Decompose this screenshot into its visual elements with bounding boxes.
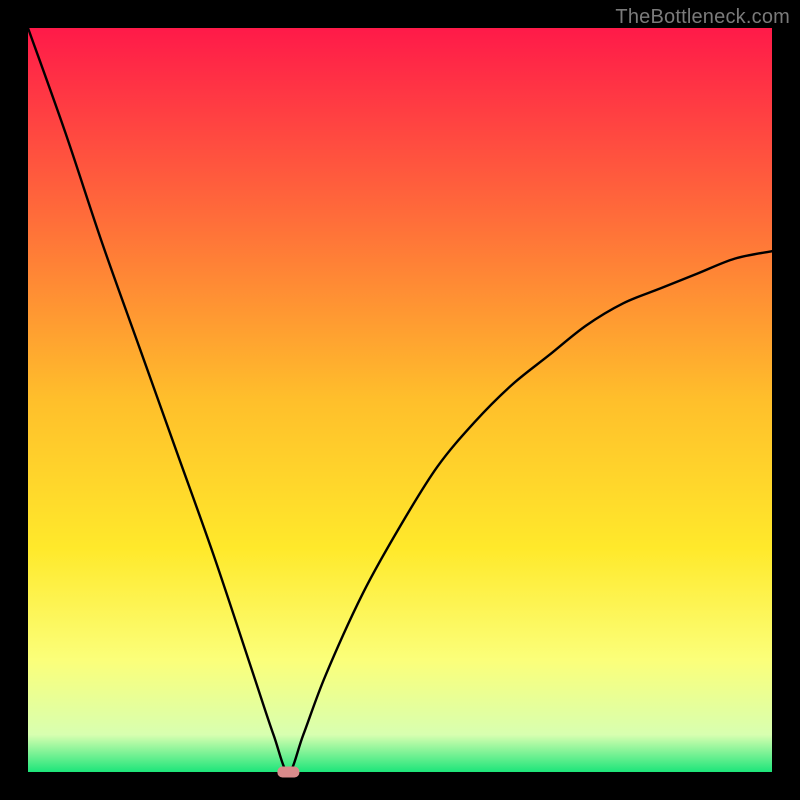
plot-area <box>28 28 772 772</box>
chart-canvas <box>0 0 800 800</box>
watermark-text: TheBottleneck.com <box>615 6 790 29</box>
bottleneck-chart: TheBottleneck.com <box>0 0 800 800</box>
minimum-marker <box>277 767 299 778</box>
